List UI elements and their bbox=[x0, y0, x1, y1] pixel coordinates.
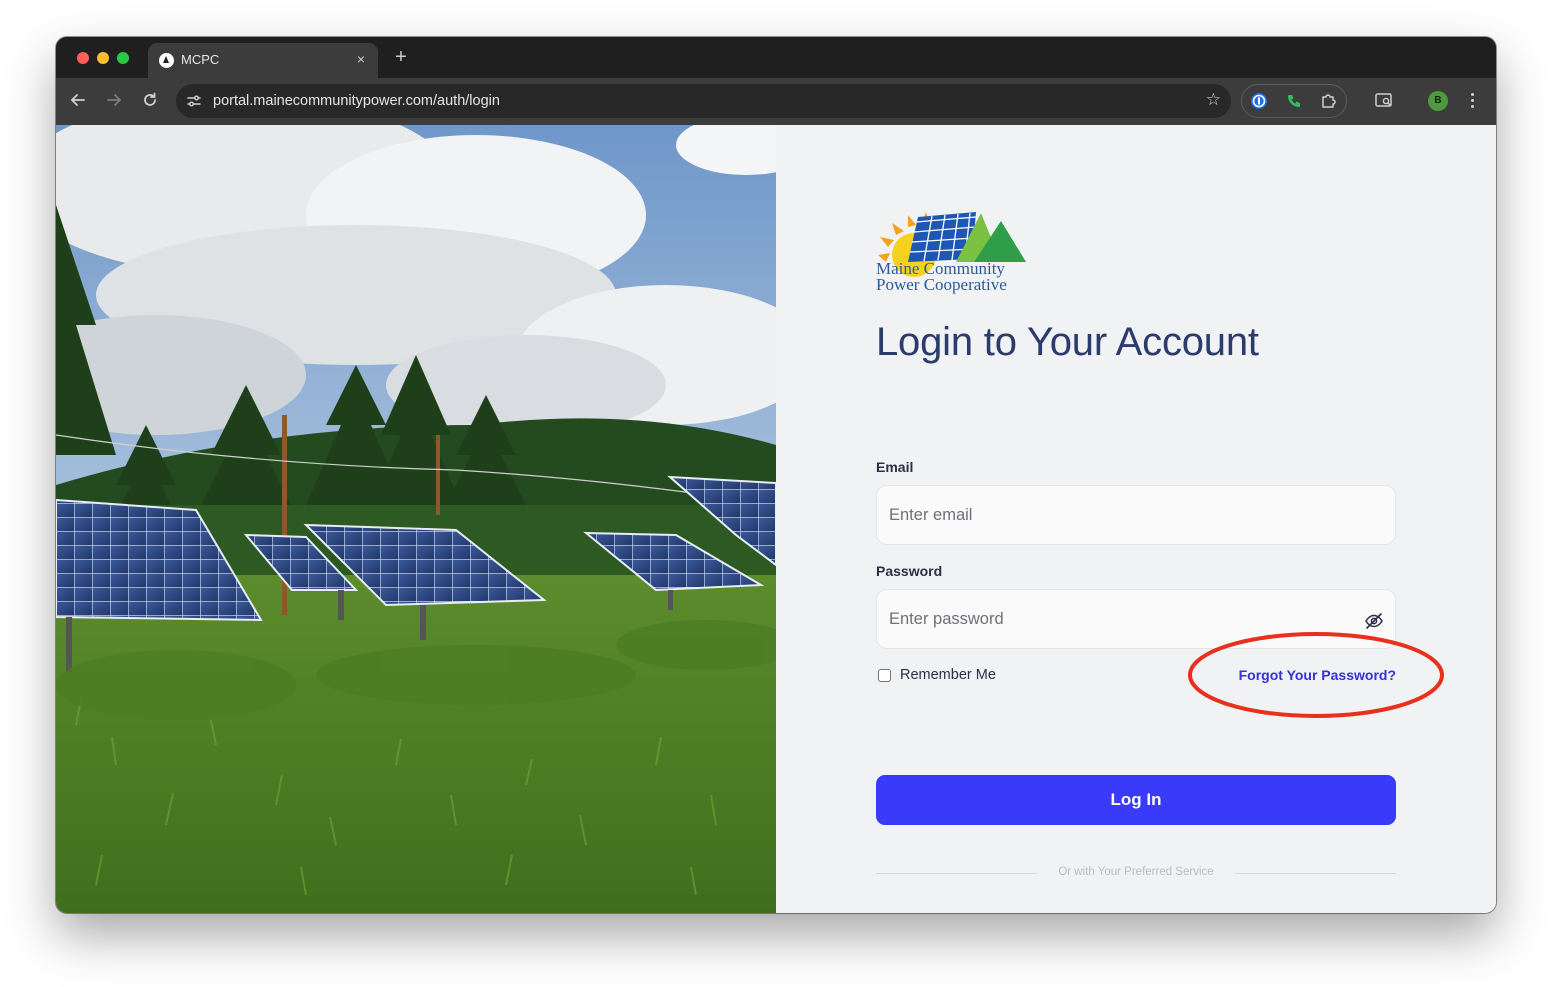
tab-strip: MCPC × + bbox=[56, 37, 1496, 78]
maximize-window-button[interactable] bbox=[117, 52, 129, 64]
reload-button[interactable] bbox=[140, 91, 160, 111]
remember-me-checkbox[interactable] bbox=[878, 668, 891, 682]
forward-button[interactable] bbox=[104, 91, 124, 111]
profile-avatar[interactable]: B bbox=[1428, 91, 1448, 111]
page-title: Login to Your Account bbox=[876, 320, 1259, 364]
desktop-background: MCPC × + portal.mainecommunitypower.com/… bbox=[0, 0, 1552, 987]
new-tab-button[interactable]: + bbox=[391, 47, 411, 67]
tab-title: MCPC bbox=[181, 52, 220, 67]
annotation-circle bbox=[1188, 632, 1444, 718]
email-input[interactable] bbox=[876, 485, 1396, 545]
page-content: Maine Community Power Cooperative Login … bbox=[56, 125, 1496, 913]
logo-line-2: Power Cooperative bbox=[876, 275, 1007, 294]
back-arrow-icon bbox=[70, 94, 85, 106]
toggle-password-visibility-icon[interactable] bbox=[1364, 611, 1384, 631]
browser-menu-icon[interactable] bbox=[1466, 91, 1478, 111]
password-label: Password bbox=[876, 563, 943, 579]
phone-extension-icon[interactable] bbox=[1285, 92, 1303, 110]
site-info-icon[interactable] bbox=[186, 93, 202, 109]
tab-mcpc[interactable]: MCPC × bbox=[148, 43, 378, 78]
solar-field-photo bbox=[56, 125, 776, 913]
divider-text: Or with Your Preferred Service bbox=[1058, 866, 1214, 878]
bookmark-star-icon[interactable]: ☆ bbox=[1206, 90, 1221, 110]
login-button[interactable]: Log In bbox=[876, 775, 1396, 825]
forward-arrow-icon bbox=[107, 94, 122, 106]
logo-wordmark: Maine Community Power Cooperative bbox=[876, 260, 1007, 294]
browser-toolbar: portal.mainecommunitypower.com/auth/logi… bbox=[56, 78, 1496, 125]
reload-icon bbox=[144, 92, 156, 106]
remember-me-label[interactable]: Remember Me bbox=[900, 667, 996, 683]
divider-left bbox=[876, 873, 1038, 874]
divider-right bbox=[1234, 873, 1396, 874]
address-bar[interactable]: portal.mainecommunitypower.com/auth/logi… bbox=[176, 84, 1231, 118]
tab-close-button[interactable]: × bbox=[353, 51, 369, 67]
site-favicon-icon bbox=[159, 53, 174, 68]
minimize-window-button[interactable] bbox=[97, 52, 109, 64]
tab-search-icon[interactable] bbox=[1373, 90, 1395, 112]
remember-me-row: Remember Me bbox=[878, 667, 996, 683]
password-manager-extension-icon[interactable] bbox=[1250, 92, 1268, 110]
close-window-button[interactable] bbox=[77, 52, 89, 64]
login-panel: Maine Community Power Cooperative Login … bbox=[776, 125, 1496, 913]
extensions-group bbox=[1241, 84, 1347, 118]
email-label: Email bbox=[876, 459, 914, 475]
back-button[interactable] bbox=[68, 91, 88, 111]
extensions-puzzle-icon[interactable] bbox=[1320, 92, 1338, 110]
url-text[interactable]: portal.mainecommunitypower.com/auth/logi… bbox=[213, 93, 500, 109]
browser-window: MCPC × + portal.mainecommunitypower.com/… bbox=[56, 37, 1496, 913]
